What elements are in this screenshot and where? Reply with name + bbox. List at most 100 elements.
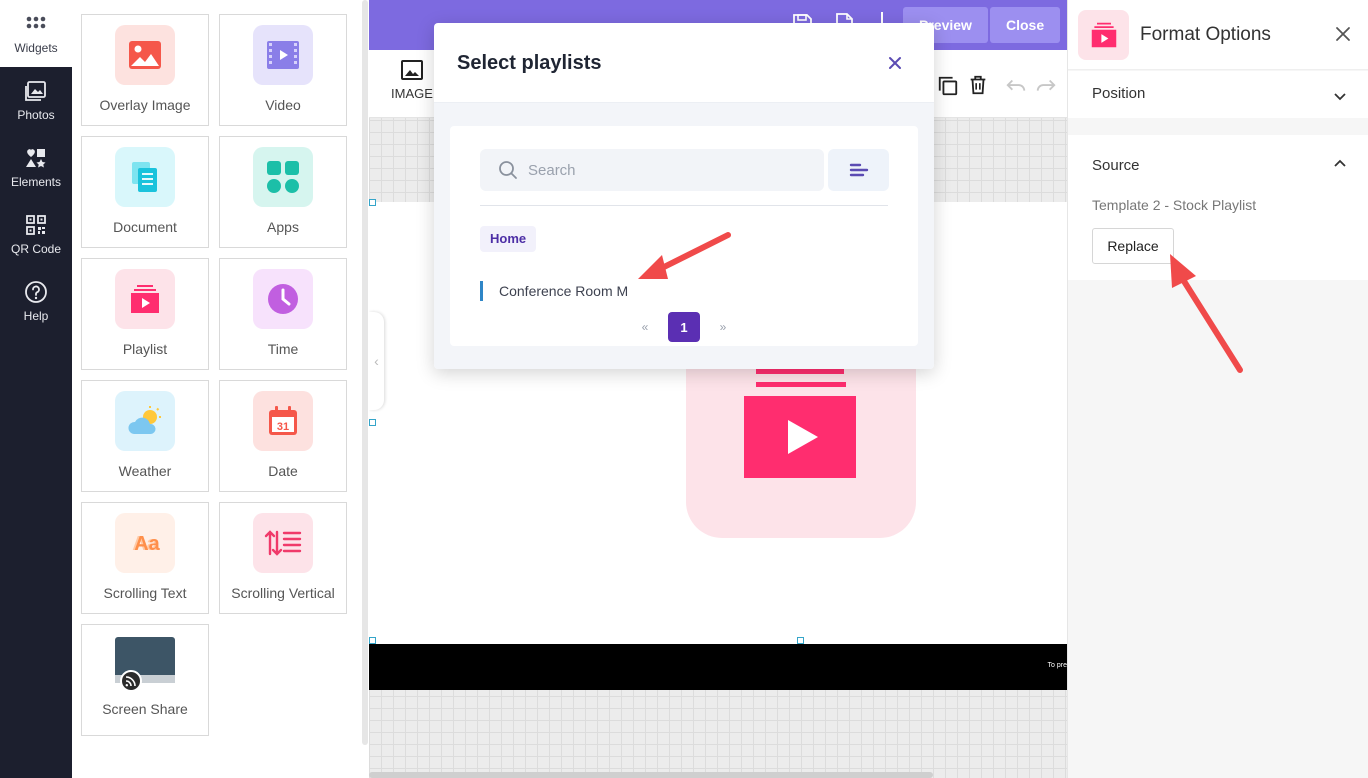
widget-playlist[interactable]: Playlist	[81, 258, 209, 370]
breadcrumb-home[interactable]: Home	[480, 226, 537, 252]
source-section: Source Template 2 - Stock Playlist Repla…	[1068, 135, 1368, 280]
widget-label: Screen Share	[102, 701, 188, 717]
panel-collapse-handle[interactable]: ‹	[369, 312, 384, 410]
widget-scrolling-text[interactable]: Aa Aa Scrolling Text	[81, 502, 209, 614]
overlay-image-icon	[115, 25, 175, 85]
screen-share-icon	[114, 637, 176, 691]
weather-icon	[115, 391, 175, 451]
search-icon	[499, 161, 517, 179]
widget-apps[interactable]: Apps	[219, 136, 347, 248]
pagination-prev[interactable]: «	[638, 312, 652, 342]
close-icon	[1336, 27, 1350, 41]
playlist-icon	[115, 269, 175, 329]
trash-icon[interactable]	[967, 74, 989, 96]
selection-handle[interactable]	[369, 419, 376, 426]
editor-horizontal-scrollbar[interactable]	[369, 772, 933, 778]
canvas-footer-bar: To pre	[369, 644, 1067, 690]
search-input[interactable]	[528, 161, 808, 179]
card-divider	[480, 205, 888, 206]
search-box[interactable]	[480, 149, 824, 191]
nav-label: Widgets	[14, 41, 58, 55]
image-icon	[400, 60, 423, 80]
pagination-next[interactable]: »	[716, 312, 730, 342]
widget-label: Weather	[118, 463, 172, 479]
nav-item-photos[interactable]: Photos	[0, 67, 72, 134]
widget-label: Video	[265, 97, 301, 113]
nav-item-help[interactable]: Help	[0, 268, 72, 335]
widgets-scrollbar[interactable]	[362, 0, 368, 745]
list-item-indicator	[480, 281, 483, 301]
list-item-label: Conference Room M	[499, 283, 629, 299]
photos-icon	[25, 81, 46, 101]
sort-icon	[849, 163, 868, 177]
position-section[interactable]: Position	[1068, 71, 1368, 118]
widget-overlay-image[interactable]: Overlay Image	[81, 14, 209, 126]
svg-text:31: 31	[277, 421, 289, 433]
widget-label: Document	[113, 219, 177, 235]
svg-text:Aa: Aa	[134, 533, 160, 555]
widget-time[interactable]: Time	[219, 258, 347, 370]
playlist-stack-line	[756, 382, 846, 387]
nav-label: Elements	[10, 175, 62, 189]
calendar-icon: 31	[253, 391, 313, 451]
help-icon	[25, 281, 47, 303]
position-label: Position	[1092, 85, 1146, 102]
widget-label: Playlist	[122, 341, 168, 357]
modal-body: Home Conference Room M « 1 »	[434, 103, 934, 369]
nav-label: QR Code	[10, 242, 62, 256]
selection-handle[interactable]	[797, 637, 804, 644]
qr-code-icon	[26, 215, 46, 235]
modal-title: Select playlists	[457, 52, 602, 74]
widget-video[interactable]: Video	[219, 14, 347, 126]
playlist-icon	[1078, 10, 1129, 60]
modal-header: Select playlists	[434, 23, 934, 103]
widgets-panel: Overlay Image Video Document Apps Playli…	[72, 0, 368, 778]
duplicate-icon[interactable]	[937, 75, 959, 97]
clock-icon	[253, 269, 313, 329]
document-icon	[115, 147, 175, 207]
scrolling-text-icon: Aa Aa	[115, 513, 175, 573]
format-options-panel: Format Options Position Source Template …	[1067, 0, 1368, 778]
widget-scrolling-vertical[interactable]: Scrolling Vertical	[219, 502, 347, 614]
widget-label: Scrolling Text	[103, 585, 187, 601]
chevron-left-icon: ‹	[374, 353, 379, 369]
format-options-header: Format Options	[1068, 0, 1368, 70]
pagination-page-1[interactable]: 1	[668, 312, 700, 342]
selection-handle[interactable]	[369, 199, 376, 206]
image-tool-label: IMAGE	[391, 86, 433, 101]
widget-document[interactable]: Document	[81, 136, 209, 248]
close-button[interactable]: Close	[990, 7, 1061, 43]
widget-label: Overlay Image	[99, 97, 191, 113]
apps-icon	[253, 147, 313, 207]
source-value: Template 2 - Stock Playlist	[1092, 197, 1257, 213]
select-playlists-modal: Select playlists Home Conference Room M …	[434, 23, 934, 369]
widget-date[interactable]: 31 Date	[219, 380, 347, 492]
nav-label: Help	[23, 309, 49, 323]
widget-screen-share[interactable]: Screen Share	[81, 624, 209, 736]
widget-label: Date	[268, 463, 298, 479]
widget-weather[interactable]: Weather	[81, 380, 209, 492]
image-tool[interactable]: IMAGE	[391, 58, 433, 101]
elements-icon	[26, 149, 46, 168]
widget-label: Time	[267, 341, 299, 357]
nav-item-widgets[interactable]: Widgets	[0, 0, 72, 67]
selection-handle[interactable]	[369, 637, 376, 644]
video-icon	[253, 25, 313, 85]
widget-label: Apps	[267, 219, 299, 235]
chevron-up-icon[interactable]	[1332, 156, 1348, 172]
nav-label: Photos	[17, 108, 55, 122]
scrolling-vertical-icon	[253, 513, 313, 573]
format-options-close-button[interactable]	[1331, 22, 1355, 46]
replace-button[interactable]: Replace	[1092, 228, 1174, 264]
chevron-down-icon[interactable]	[1332, 88, 1348, 104]
nav-item-elements[interactable]: Elements	[0, 134, 72, 201]
nav-item-qr-code[interactable]: QR Code	[0, 201, 72, 268]
redo-icon[interactable]	[1035, 76, 1057, 96]
sort-button[interactable]	[828, 149, 889, 191]
source-label: Source	[1092, 157, 1140, 174]
close-icon	[889, 57, 901, 69]
left-nav: Widgets Photos Elements QR Code Help	[0, 0, 72, 778]
modal-close-button[interactable]	[883, 51, 907, 75]
playlist-list-item[interactable]: Conference Room M	[480, 281, 628, 301]
undo-icon[interactable]	[1005, 76, 1027, 96]
